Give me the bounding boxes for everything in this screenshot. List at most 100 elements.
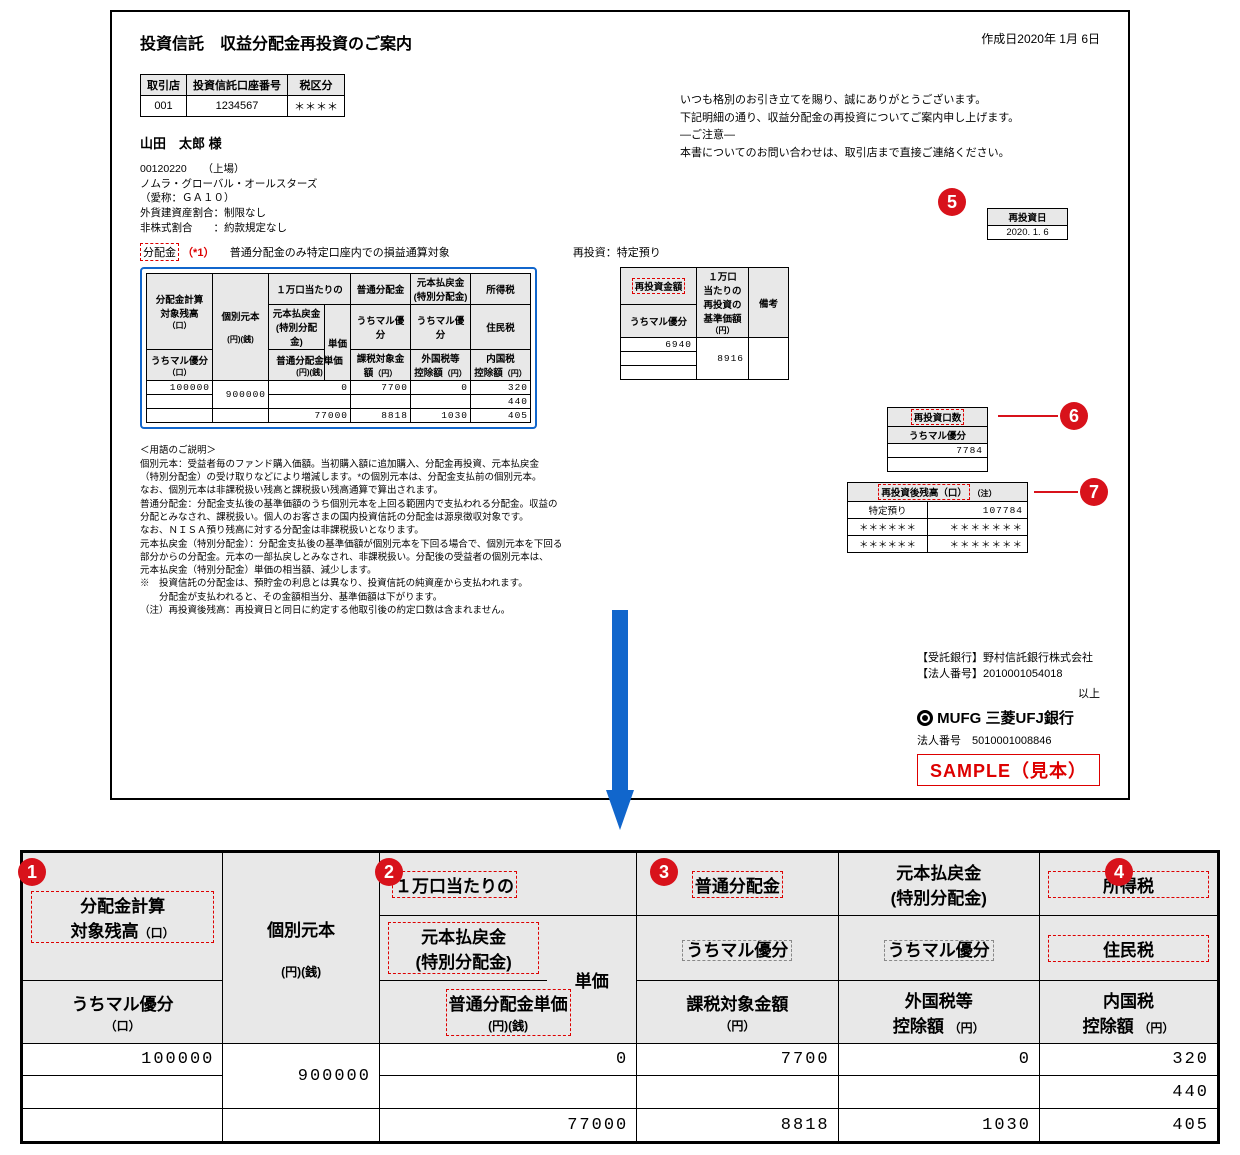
v-zan: 100000 [147, 381, 213, 395]
acct-v2: 1234567 [187, 96, 288, 117]
zh-c3a: 元本払戻金 [421, 928, 506, 947]
g11: 分配金が支払われると、その金額相当分、基準価額は下がります。 [140, 591, 660, 604]
v-gaikoku2: 1030 [411, 409, 471, 423]
zv-zan: 100000 [22, 1044, 223, 1076]
zh-c4b: 課税対象金額 [686, 995, 788, 1014]
zh-c6u: （円） [1138, 1021, 1174, 1035]
badge-5: 5 [938, 188, 966, 216]
zv-gaikoku2: 1030 [838, 1109, 1039, 1143]
h-c3a: 元本払戻金 [273, 309, 321, 320]
reinv-type: 再投資：特定預り [573, 247, 661, 259]
zh-c4a: 普通分配金 [692, 871, 783, 898]
reinv-date-h: 再投資日 [988, 209, 1068, 226]
g9: 元本払戻金（特別分配金）単価の相当額、減少します。 [140, 564, 660, 577]
base-h3: 再投資の [703, 300, 741, 311]
zh-c5c: 外国税等 [905, 992, 973, 1011]
msg4: 本書についてのお問い合わせは、取引店まで直接ご連絡ください。 [680, 145, 1100, 163]
zoom-wrap: 1 2 3 4 分配金計算 対象残高（口） 個別元本(円)(銭) １万口当たりの… [10, 850, 1230, 1144]
h-c5c: 外国税等 [421, 354, 459, 365]
bal-star1v: ＊＊＊＊＊＊＊ [928, 519, 1028, 536]
zh-c6d: 控除額 [1083, 1017, 1134, 1036]
badge-3: 3 [650, 858, 678, 886]
badge-1: 1 [18, 858, 46, 886]
zv-shotoku: 320 [1039, 1044, 1218, 1076]
v-naikoku: 405 [471, 409, 531, 423]
dist-star: （*1） [182, 247, 214, 259]
reinv-side-table: 再投資金額 １万口当たりの再投資の基準価額（円） 備考 うちマル優分 69408… [620, 267, 789, 380]
zv-gaikoku: 0 [838, 1044, 1039, 1076]
units-v: 7784 [888, 444, 988, 458]
zv-jumin: 440 [1039, 1076, 1218, 1109]
zh-c6b: 住民税 [1048, 935, 1209, 962]
zv-kazei: 8818 [637, 1109, 838, 1143]
zh-c1sub: うちマル優分 [72, 995, 174, 1014]
msg3: ―ご注意― [680, 127, 1100, 145]
bal-h: 再投資後残高（口） [878, 484, 970, 500]
h-c1a: 分配金計算 [156, 295, 204, 306]
h-c5sub: うちマル優分 [411, 305, 471, 350]
zv-naikoku: 405 [1039, 1109, 1218, 1143]
zh-c1b: 対象残高 [71, 922, 139, 941]
g1: 個別元本：受益者毎のファンド購入価額。当初購入額に追加購入、分配金再投資、元本払… [140, 458, 660, 471]
v-tanka2: 77000 [269, 409, 351, 423]
h-c4a: 普通分配金 [351, 274, 411, 305]
g12: （注）再投資後残高：再投資日と同日に約定する他取引後の約定口数は含まれません。 [140, 604, 660, 617]
h-c4u: （円） [373, 369, 397, 378]
arrow-stem-icon [612, 610, 628, 795]
zh-c2: 個別元本 [267, 921, 335, 940]
bal-star2v: ＊＊＊＊＊＊＊ [928, 536, 1028, 553]
acct-h1: 取引店 [141, 75, 187, 96]
dist-note: 普通分配金のみ特定口座内での損益通算対象 [230, 247, 450, 259]
bal-note: （注） [973, 489, 997, 498]
zh-c4u: （円） [719, 1019, 755, 1033]
units-h: 再投資口数 [911, 409, 965, 425]
units-sub: うちマル優分 [888, 427, 988, 444]
doc-title: 投資信託 収益分配金再投資のご案内 [140, 30, 1100, 54]
badge-5-wrap: 5 [938, 188, 966, 216]
zv-kobetsu: 900000 [223, 1044, 380, 1109]
zh-c5a: 元本払戻金 [896, 864, 981, 883]
g6: なお、ＮＩＳＡ預り残高に対する分配金は非課税扱いとなります。 [140, 524, 660, 537]
bal-star1: ＊＊＊＊＊＊ [848, 519, 928, 536]
g8: 部分からの分配金。元本の一部払戻しとみなされ、非課税扱い。分配後の受益者の個別元… [140, 551, 660, 564]
h-c3top: １万口当たりの [269, 274, 351, 305]
reinv-date-table: 再投資日 2020. 1. 6 [987, 208, 1068, 240]
v-tanka: 0 [269, 381, 351, 395]
h-c5d: 控除額 [414, 368, 443, 379]
acct-h3: 税区分 [288, 75, 345, 96]
arrow-down-icon [606, 790, 634, 830]
corp-no-1: 【法人番号】2010001054018 [917, 665, 1100, 681]
bank-block: 【受託銀行】野村信託銀行株式会社 【法人番号】2010001054018 以上 … [917, 649, 1100, 786]
zh-c3top: １万口当たりの [392, 871, 517, 898]
acct-h2: 投資信託口座番号 [187, 75, 288, 96]
g7: 元本払戻金（特別分配金）：分配金支払後の基準価額が個別元本を下回る場合で、個別元… [140, 538, 660, 551]
message-block: いつも格別のお引き立てを賜り、誠にありがとうございます。 下記明細の通り、収益分… [680, 92, 1100, 162]
v-futsu: 7700 [351, 381, 411, 395]
badge-7: 7 [1080, 478, 1108, 506]
msg2: 下記明細の通り、収益分配金の再投資についてご案内申し上げます。 [680, 110, 1100, 128]
h-c1b: 対象残高 [160, 309, 198, 320]
zv-futsu: 7700 [637, 1044, 838, 1076]
badge-4: 4 [1105, 858, 1133, 886]
zh-c5u: （円） [949, 1021, 985, 1035]
bal-v1: 107784 [928, 502, 1028, 519]
h-c4sub: うちマル優分 [351, 305, 411, 350]
zh-c3u: (円)(銭) [488, 1019, 528, 1033]
v-kobetsu: 900000 [213, 381, 269, 409]
base-u: （円） [711, 326, 735, 335]
h-c1sub: うちマル優分 [151, 356, 208, 367]
h-c2: 個別元本 [221, 312, 259, 323]
zh-c2u: (円)(銭) [281, 965, 321, 979]
sample-stamp: SAMPLE（見本） [917, 754, 1100, 786]
h-c6u: （円） [503, 369, 527, 378]
mufg-text: MUFG 三菱UFJ銀行 [937, 710, 1074, 727]
h-c1subU: （口） [168, 368, 192, 377]
h-c3d: 普通分配金単価 [276, 356, 343, 367]
reinv-balance-table: 再投資後残高（口） （注） 特定預り107784 ＊＊＊＊＊＊＊＊＊＊＊＊＊ ＊… [847, 482, 1028, 553]
main-detail-table: 分配金計算対象残高（口） 個別元本(円)(銭) １万口当たりの 普通分配金 元本… [146, 273, 531, 423]
zh-c1u: （口） [139, 926, 175, 940]
g10: ※ 投資信託の分配金は、預貯金の利息とは異なり、投資信託の純資産から支払われます… [140, 577, 660, 590]
zh-c5b: (特別分配金) [891, 889, 987, 908]
glossary: ＜用語のご説明＞ 個別元本：受益者毎のファンド購入価額。当初購入額に追加購入、分… [140, 444, 660, 617]
badge-7-wrap: 7 [1034, 478, 1108, 506]
